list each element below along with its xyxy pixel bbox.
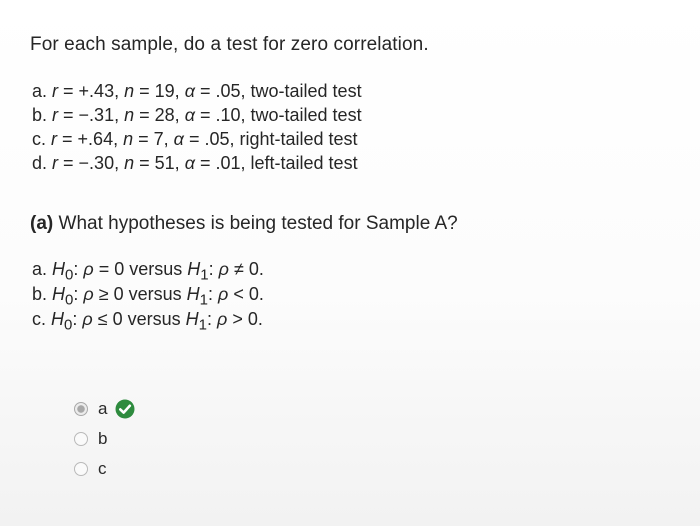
question-text: (a) What hypotheses is being tested for … (30, 213, 458, 235)
radio-button[interactable] (74, 431, 88, 446)
hypothesis-options: a. H0: ρ = 0 versus H1: ρ ≠ 0. b. H0: ρ … (32, 257, 264, 334)
question-prompt: For each sample, do a test for zero corr… (30, 34, 429, 55)
check-circle-icon (115, 399, 135, 418)
question-page: For each sample, do a test for zero corr… (0, 0, 700, 526)
sample-list: a. r = +.43, n = 19, α = .05, two-tailed… (32, 79, 362, 175)
hypothesis-option-a: a. H0: ρ = 0 versus H1: ρ ≠ 0. (32, 259, 264, 284)
answer-choice-c[interactable]: c (74, 458, 135, 479)
question-tag: (a) (30, 213, 54, 234)
answer-label: b (98, 428, 108, 448)
sample-item-c: c. r = +.64, n = 7, α = .05, right-taile… (32, 129, 358, 149)
question-body: What hypotheses is being tested for Samp… (58, 213, 458, 234)
sample-item-b: b. r = −.31, n = 28, α = .10, two-tailed… (32, 105, 362, 125)
answer-choices: a b c (74, 398, 135, 488)
answer-choice-b[interactable]: b (74, 428, 135, 449)
hypothesis-option-b: b. H0: ρ ≥ 0 versus H1: ρ < 0. (32, 284, 264, 309)
radio-button[interactable] (74, 461, 88, 476)
radio-button-selected[interactable] (74, 401, 88, 416)
hypothesis-option-c: c. H0: ρ ≤ 0 versus H1: ρ > 0. (32, 309, 263, 334)
sample-item-a: a. r = +.43, n = 19, α = .05, two-tailed… (32, 81, 362, 101)
answer-choice-a[interactable]: a (74, 398, 135, 419)
answer-label: a (98, 398, 108, 418)
sample-item-d: d. r = −.30, n = 51, α = .01, left-taile… (32, 153, 358, 173)
answer-label: c (98, 458, 107, 478)
